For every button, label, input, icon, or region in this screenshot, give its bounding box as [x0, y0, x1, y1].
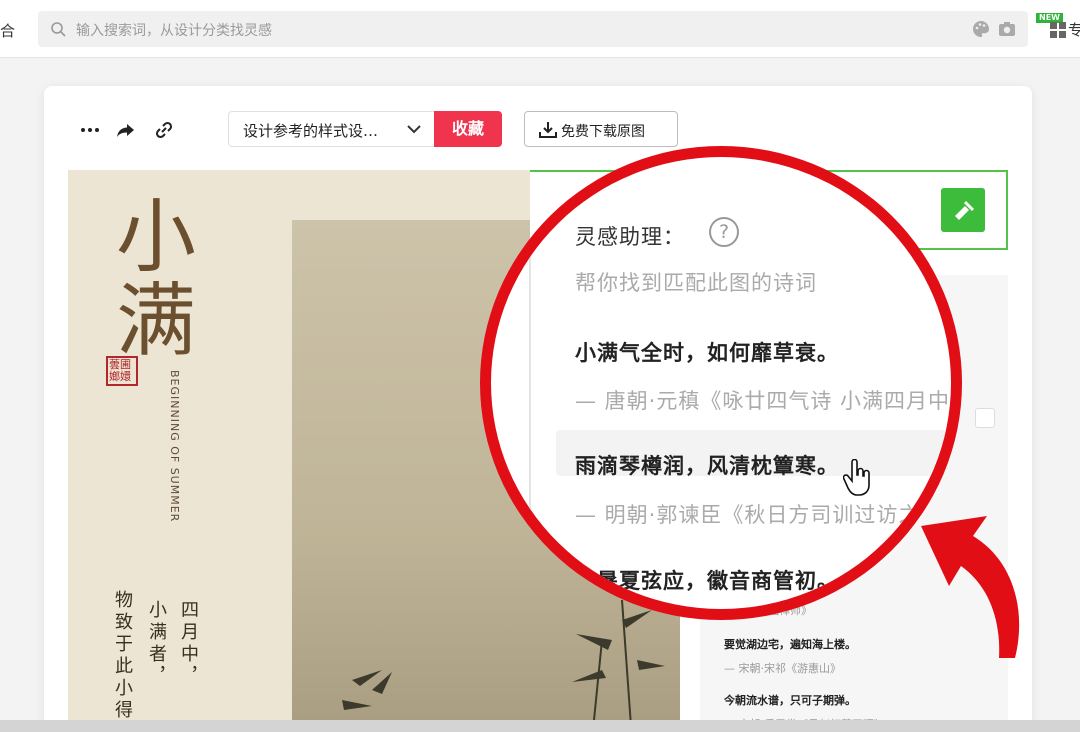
poster-english: BEGINNING OF SUMMER	[168, 370, 181, 523]
grid-icon[interactable]	[1050, 22, 1066, 38]
hand-cursor-icon	[843, 459, 870, 496]
poem-line[interactable]: 小满气全时，如何靡草衰。	[575, 337, 839, 367]
download-icon	[539, 122, 557, 138]
assistant-brush-button[interactable]	[941, 188, 985, 232]
side-poem-source: — 宋朝·宋祁《游惠山》	[724, 662, 841, 675]
palette-icon[interactable]	[972, 20, 990, 38]
panel-edge	[529, 179, 531, 609]
poster-text-col-1: 四月中，	[178, 600, 199, 688]
poem-source: — 唐朝·元稹《咏廿四气诗 小满四月中	[575, 389, 951, 413]
screen: 合 输入搜索词，从设计分类找灵感 NEW 专 设计参考的样式设… 收藏 免费下载…	[0, 0, 1080, 732]
top-bar: 合 输入搜索词，从设计分类找灵感 NEW 专	[0, 0, 1080, 58]
download-button[interactable]: 免费下载原图	[524, 111, 678, 147]
poem-line[interactable]: 雨滴琴樽润，风清枕簟寒。	[575, 450, 839, 480]
bottom-edge	[0, 720, 1080, 732]
help-icon[interactable]: ?	[709, 217, 739, 247]
poster-text-col-3: 物致于此小得	[112, 590, 133, 722]
assistant-title: 灵感助理：	[575, 225, 685, 249]
link-icon[interactable]	[154, 120, 174, 140]
search-icon	[51, 22, 66, 37]
download-label: 免费下载原图	[561, 124, 645, 140]
side-poem-text[interactable]: 要觉湖边宅，遍知海上楼。	[724, 636, 856, 652]
poster-title: 小满	[103, 194, 196, 362]
side-poem-text[interactable]: 今朝流水谱，只可子期弹。	[724, 692, 856, 708]
red-arrow-icon	[921, 516, 1020, 658]
assistant-subtitle: 帮你找到匹配此图的诗词	[575, 271, 817, 295]
more-icon[interactable]	[80, 120, 100, 140]
share-icon[interactable]	[116, 120, 136, 140]
clipped-label-right: 专	[1068, 21, 1080, 39]
camera-icon[interactable]	[998, 20, 1016, 38]
collect-button[interactable]: 收藏	[434, 111, 502, 147]
search-input[interactable]: 输入搜索词，从设计分类找灵感	[76, 20, 272, 40]
magnifier-callout: 灵感助理： ? 帮你找到匹配此图的诗词 小满气全时，如何靡草衰。 — 唐朝·元稹…	[480, 146, 962, 620]
poster-text-col-2: 小满者，	[146, 600, 167, 688]
red-seal: 蕓圃 嫏嬛	[106, 356, 138, 386]
chevron-down-icon	[407, 125, 421, 134]
search-bar[interactable]: 输入搜索词，从设计分类找灵感	[38, 11, 1028, 47]
copy-icon[interactable]	[975, 408, 995, 428]
dropdown-value: 设计参考的样式设…	[243, 122, 379, 140]
poem-line[interactable]: 小暑夏弦应，徽音商管初。	[575, 565, 839, 595]
clipped-label-left: 合	[0, 22, 16, 40]
collection-dropdown[interactable]: 设计参考的样式设…	[228, 111, 436, 147]
poem-source: — 明朝·郭谏臣《秋日方司训过访之	[575, 503, 921, 527]
